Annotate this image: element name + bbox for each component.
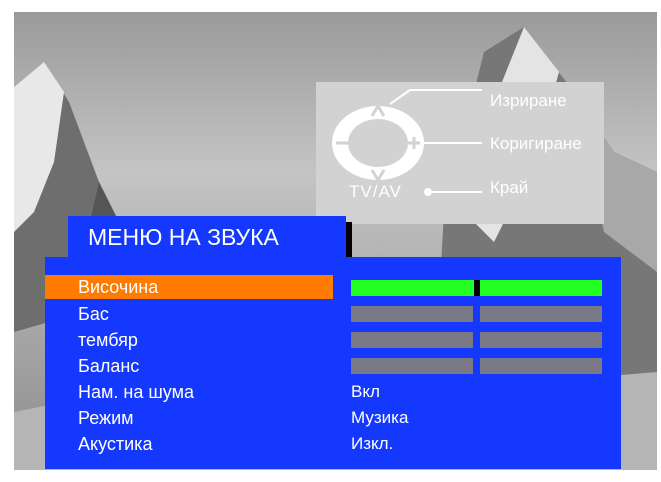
tvav-label: TV/AV [349, 182, 402, 201]
slider-knob [474, 280, 480, 296]
menu-item-bass[interactable]: Бас [45, 302, 333, 326]
tv-screen: Изриране Коригиране Край TV/AV МЕНЮ НА З… [14, 12, 657, 470]
menu-item-label: Бас [78, 304, 109, 324]
volume-slider[interactable] [351, 280, 602, 296]
menu-item-mode[interactable]: Режим [45, 406, 333, 430]
menu-item-label: Нам. на шума [78, 382, 194, 402]
balance-slider[interactable] [351, 358, 602, 374]
menu-item-label: Височина [78, 277, 159, 297]
menu-title: МЕНЮ НА ЗВУКА [88, 224, 279, 250]
menu-item-label: Акустика [78, 434, 153, 454]
bass-slider[interactable] [351, 306, 602, 322]
slider-left-track [351, 358, 473, 374]
remote-help-panel: Изриране Коригиране Край TV/AV [316, 82, 604, 224]
help-exit-label: Край [490, 178, 529, 197]
noise-reduction-value[interactable]: Вкл [351, 380, 380, 404]
menu-item-treble[interactable]: тембяр [45, 328, 333, 352]
menu-item-acoustics[interactable]: Акустика [45, 432, 333, 456]
sound-menu-panel: Височина Бас тембяр Баланс Нам. на шума … [45, 257, 621, 469]
menu-item-label: Баланс [78, 356, 140, 376]
help-adjust-label: Коригиране [490, 134, 582, 153]
help-select-label: Изриране [490, 91, 567, 110]
slider-right-track [480, 332, 602, 348]
menu-item-noise-reduction[interactable]: Нам. на шума [45, 380, 333, 404]
slider-right-track [480, 358, 602, 374]
acoustics-value[interactable]: Изкл. [351, 432, 393, 456]
menu-title-box: МЕНЮ НА ЗВУКА [68, 216, 346, 258]
slider-left-track [351, 332, 473, 348]
slider-right-track [480, 306, 602, 322]
slider-left-track [351, 306, 473, 322]
treble-slider[interactable] [351, 332, 602, 348]
menu-item-label: тембяр [78, 330, 138, 350]
menu-item-label: Режим [78, 408, 134, 428]
menu-item-balance[interactable]: Баланс [45, 354, 333, 378]
menu-item-volume[interactable]: Височина [45, 275, 333, 299]
mode-value[interactable]: Музика [351, 406, 408, 430]
